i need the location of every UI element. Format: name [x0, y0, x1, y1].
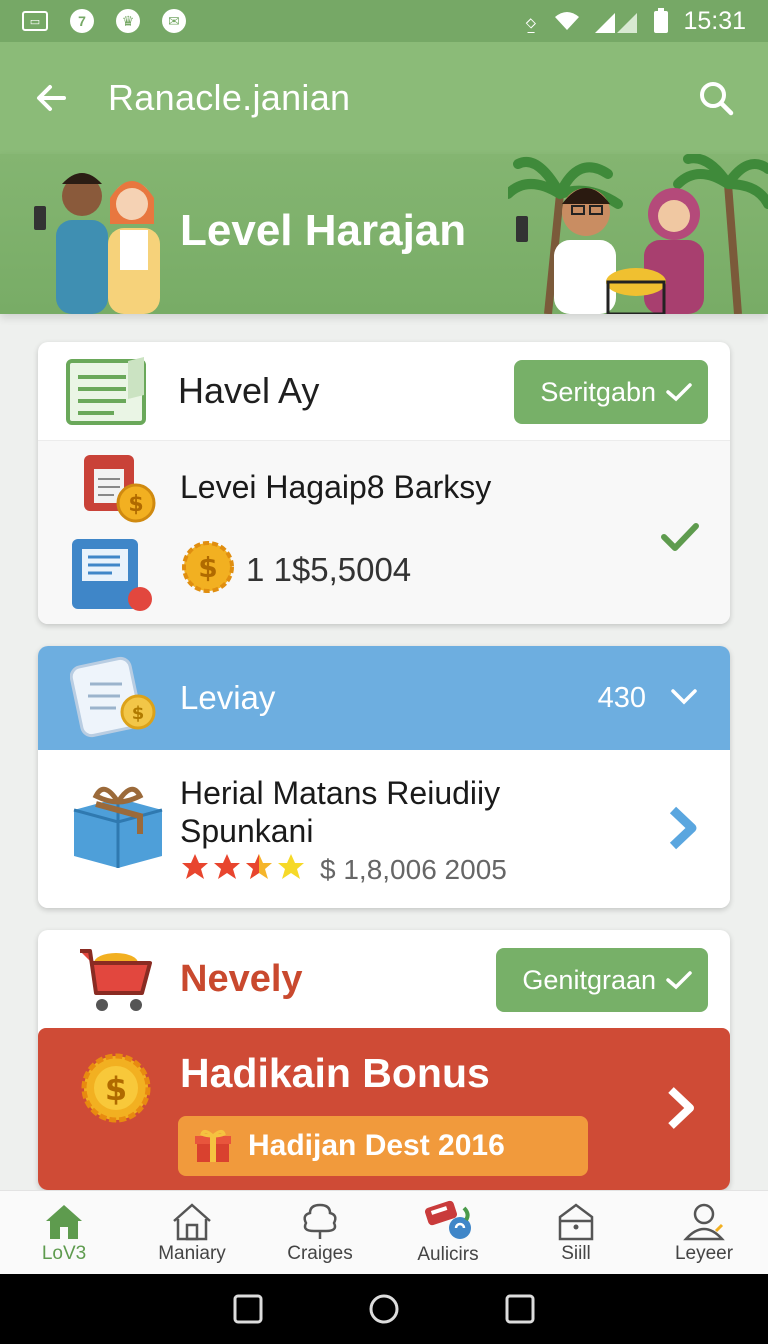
search-icon: [700, 82, 734, 116]
check-icon: [666, 383, 692, 402]
card-title: Nevely: [180, 957, 303, 1000]
check-icon: [666, 971, 692, 990]
item-price: $ 1,8,006 2005: [320, 854, 507, 885]
nav-item-siill[interactable]: Siill: [512, 1191, 640, 1274]
signal-icon: [595, 13, 638, 33]
star-icon: [278, 854, 304, 879]
chevron-right-icon: [668, 1087, 694, 1129]
card-title: Leviay: [180, 679, 276, 716]
card-header[interactable]: $ Leviay 430: [38, 646, 730, 750]
star-icon: [214, 854, 240, 879]
notification-icon: ▭: [22, 11, 48, 31]
battery-icon: [654, 8, 669, 33]
nav-label: LoV3: [41, 1242, 87, 1264]
coin-icon: $: [81, 1053, 151, 1123]
offer-card: $ Leviay 430 Herial Matans Reiudiiy Spun…: [38, 646, 730, 908]
back-button[interactable]: [22, 68, 82, 128]
nav-item-maniary[interactable]: Maniary: [128, 1191, 256, 1274]
card-title: Havel Ay: [178, 370, 320, 411]
tree-icon: [303, 1203, 337, 1239]
svg-text:$: $: [128, 492, 143, 517]
bottom-nav: LoV3 Maniary Craiges Aulicirs Siill Leye…: [0, 1190, 768, 1274]
status-bar: ▭ 7 ♛ ✉ ⍚ 15:31: [0, 0, 768, 42]
level-card: Havel Ay Seritgabn $ Levei Hagaip8 Barks…: [38, 342, 730, 624]
wifi-icon: [555, 12, 580, 30]
vibrate-icon: ⍚: [524, 6, 540, 35]
item-title: Levei Hagaip8 Barksy: [180, 469, 492, 505]
hero-title: Level Harajan: [180, 206, 467, 255]
svg-text:$: $: [105, 1070, 127, 1108]
gift-box-icon: [73, 786, 163, 868]
crown-notification-icon: ♛: [116, 9, 140, 33]
back-nav-button[interactable]: [505, 1294, 535, 1324]
recents-button[interactable]: [233, 1294, 263, 1324]
card-header: Nevely Genitgraan: [38, 930, 730, 1028]
select-button[interactable]: Seritgabn: [514, 360, 708, 424]
wallet-coin-icon: $: [72, 455, 156, 611]
coin-icon: $: [182, 541, 234, 593]
app-title: Ranacle.janian: [108, 77, 351, 118]
shopping-cart-icon: [80, 949, 152, 1011]
app-notification-icon: 7: [70, 9, 94, 33]
card-header: Havel Ay Seritgabn: [38, 342, 730, 440]
search-button[interactable]: [686, 68, 746, 128]
gift-icon: [424, 1200, 471, 1239]
select-button-label: Seritgabn: [540, 376, 656, 407]
app-bar: Ranacle.janian: [0, 42, 768, 154]
item-title-line1: Herial Matans Reiudiiy: [180, 775, 501, 811]
nav-label: Maniary: [158, 1242, 226, 1264]
item-amount: 1 1$5,5004: [246, 551, 412, 588]
bonus-banner[interactable]: $ Hadikain Bonus Hadijan Dest 2016: [38, 1028, 730, 1190]
people-illustration-left: [34, 173, 160, 314]
nav-label: Siill: [561, 1242, 591, 1264]
bag-icon: [558, 1202, 594, 1240]
document-stack-icon: [66, 357, 146, 425]
star-icon: [246, 854, 272, 879]
home-icon: [46, 1204, 82, 1239]
system-nav-bar: [0, 1274, 768, 1344]
item-title-line2: Spunkani: [180, 813, 314, 849]
item-count: 430: [597, 681, 646, 714]
nav-item-home[interactable]: LoV3: [0, 1191, 128, 1274]
bonus-card: Nevely Genitgraan $ Hadikain Bonus Hadij…: [38, 930, 730, 1190]
house-outline-icon: [173, 1202, 211, 1240]
hero-banner: Level Harajan: [0, 154, 768, 314]
chevron-down-icon: [671, 689, 697, 705]
select-button[interactable]: Genitgraan: [496, 948, 708, 1012]
svg-text:$: $: [198, 551, 217, 584]
nav-item-leyeer[interactable]: Leyeer: [640, 1191, 768, 1274]
chevron-right-icon: [669, 806, 697, 850]
gift-icon: [195, 1129, 231, 1162]
bonus-pill[interactable]: Hadijan Dest 2016: [178, 1116, 588, 1176]
profile-icon: [683, 1203, 725, 1240]
star-icon: [182, 854, 208, 879]
arrow-left-icon: [37, 85, 66, 111]
chat-notification-icon: ✉: [162, 9, 186, 33]
nav-label: Leyeer: [674, 1242, 734, 1264]
check-icon: [661, 523, 699, 551]
bonus-pill-label: Hadijan Dest 2016: [248, 1129, 505, 1162]
status-time: 15:31: [683, 6, 746, 35]
people-illustration-right: [508, 154, 768, 314]
home-button[interactable]: [368, 1293, 400, 1325]
svg-text:$: $: [132, 703, 145, 724]
item-title: Herial Matans Reiudiiy Spunkani: [180, 774, 500, 850]
nav-item-craiges[interactable]: Craiges: [256, 1191, 384, 1274]
receipt-coin-icon: $: [70, 656, 156, 738]
nav-label: Craiges: [287, 1242, 353, 1264]
select-button-label: Genitgraan: [522, 964, 656, 995]
nav-label: Aulicirs: [417, 1243, 479, 1265]
list-item[interactable]: $ Levei Hagaip8 Barksy $ 1 1$5,5004: [38, 440, 730, 624]
star-rating: [180, 852, 306, 882]
bonus-title: Hadikain Bonus: [180, 1050, 490, 1096]
list-item[interactable]: Herial Matans Reiudiiy Spunkani $ 1,8,00…: [38, 750, 730, 908]
nav-item-aulicirs[interactable]: Aulicirs: [384, 1191, 512, 1274]
